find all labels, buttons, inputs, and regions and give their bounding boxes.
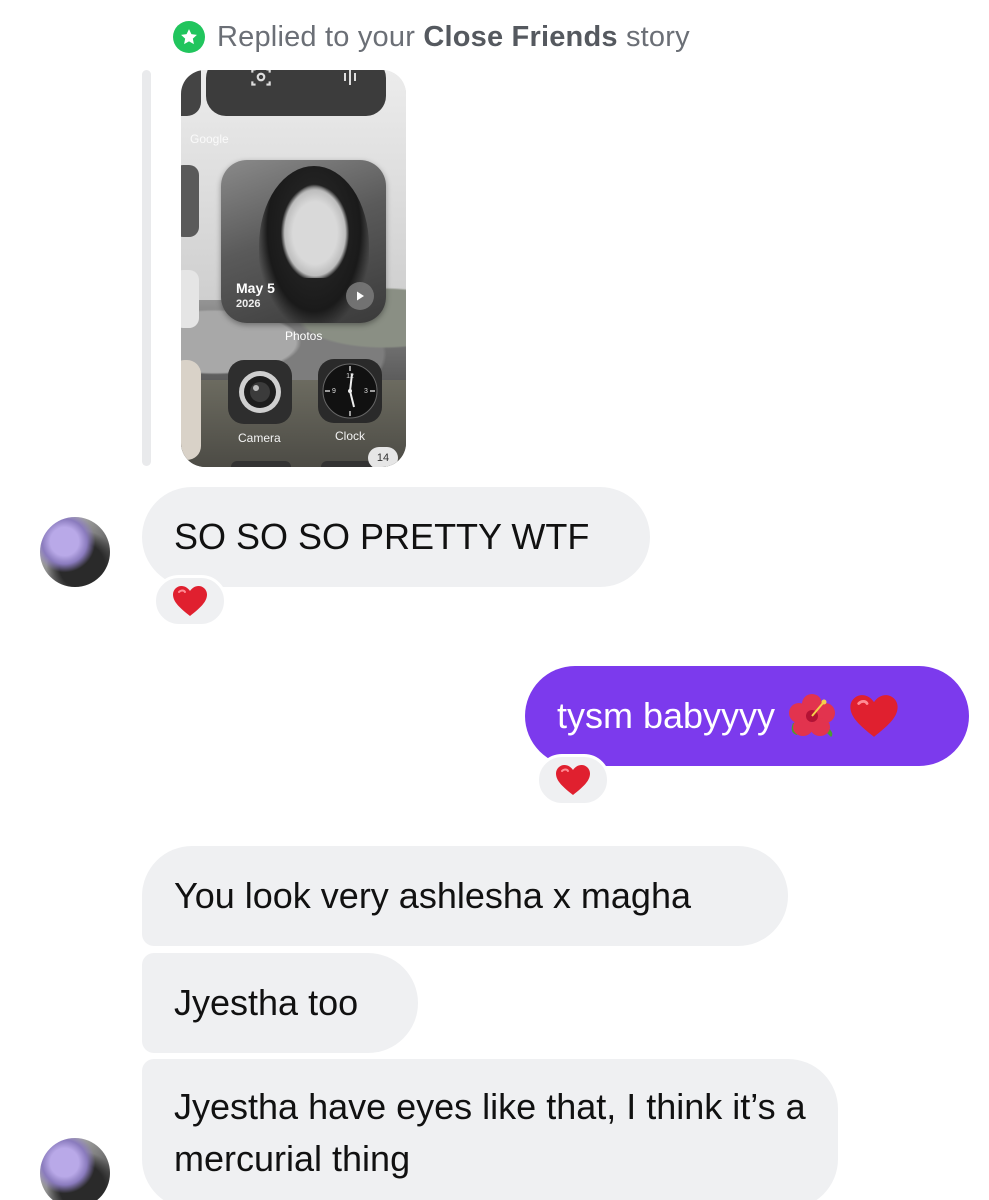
photo-date: May 5	[236, 280, 275, 296]
clock-numeral-3: 3	[364, 388, 368, 395]
heart-reaction-icon	[173, 586, 207, 616]
photos-widget: May 5 2026	[221, 160, 386, 323]
message-reaction[interactable]	[536, 754, 610, 806]
portrait-photo	[276, 178, 354, 278]
message-text: SO SO SO PRETTY WTF	[174, 516, 590, 557]
camera-app-icon	[228, 360, 292, 424]
close-friends-star-icon	[173, 21, 205, 53]
quote-bar	[142, 70, 151, 466]
reply-context-header: Replied to your Close Friends story	[173, 19, 690, 55]
hibiscus-emoji-icon	[789, 694, 836, 737]
message-bubble-incoming[interactable]: Jyestha have eyes like that, I think it’…	[142, 1059, 838, 1200]
message-text: Jyestha have eyes like that, I think it’…	[174, 1086, 806, 1179]
lens-icon	[236, 70, 286, 96]
message-bubble-incoming[interactable]: You look very ashlesha x magha	[142, 846, 788, 946]
message-reaction[interactable]	[153, 575, 227, 627]
photo-year: 2026	[236, 298, 261, 310]
sender-avatar[interactable]	[40, 1138, 110, 1200]
message-bubble-incoming[interactable]: Jyestha too	[142, 953, 418, 1053]
story-preview-thumbnail[interactable]: Google May 5 2026 Photos 12 3 9 Camera C…	[181, 70, 406, 467]
notification-badge: 14	[368, 447, 398, 467]
sender-avatar[interactable]	[40, 517, 110, 587]
top-widget	[206, 70, 386, 116]
photos-widget-label: Photos	[285, 329, 323, 343]
heart-reaction-icon	[556, 765, 590, 795]
message-text: tysm babyyyy	[557, 695, 776, 736]
camera-app-label: Camera	[238, 431, 281, 445]
mic-icon	[326, 70, 376, 96]
message-text: You look very ashlesha x magha	[174, 875, 691, 916]
message-text: Jyestha too	[174, 982, 359, 1023]
clock-numeral-12: 12	[346, 373, 354, 380]
clock-app-icon: 12 3 9	[318, 359, 382, 423]
message-bubble-outgoing[interactable]: tysm babyyyy	[525, 666, 969, 766]
reply-context-text: Replied to your Close Friends story	[217, 20, 690, 53]
clock-app-label: Clock	[335, 429, 366, 443]
google-widget-label: Google	[190, 132, 229, 146]
clock-numeral-9: 9	[332, 388, 336, 395]
message-bubble-incoming[interactable]: SO SO SO PRETTY WTF	[142, 487, 650, 587]
play-icon	[346, 282, 374, 310]
heart-emoji-icon	[850, 695, 898, 737]
